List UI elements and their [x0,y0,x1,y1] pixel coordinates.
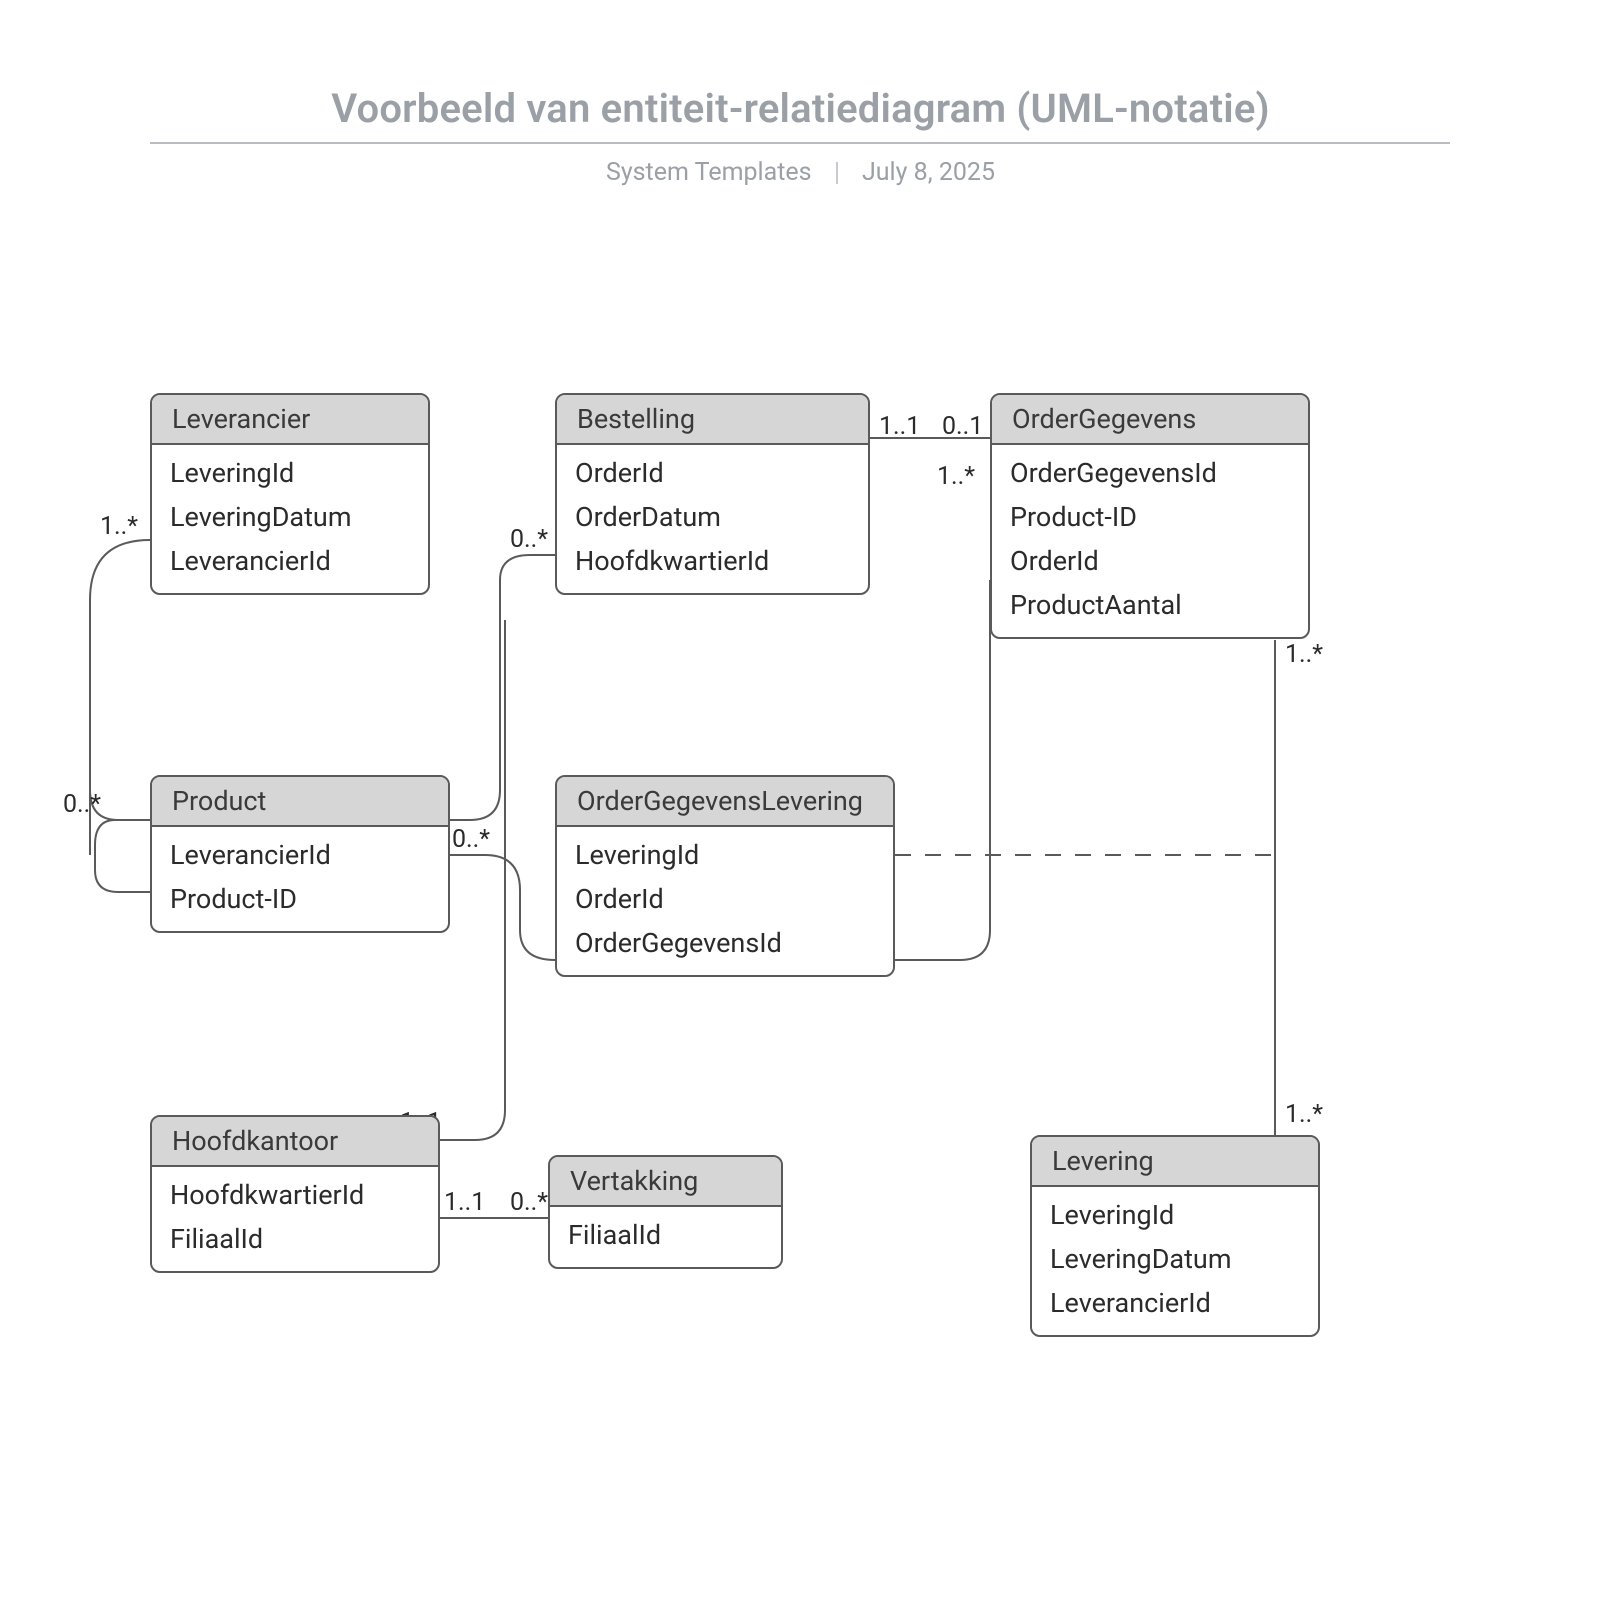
entity-vertakking: Vertakking FiliaalId [548,1155,783,1269]
entity-levering-name: Levering [1032,1137,1318,1187]
attr: OrderId [1010,539,1290,583]
mult-leverancier-product-bottom: 0..* [63,790,101,819]
entity-levering-attrs: LeveringId LeveringDatum LeverancierId [1032,1187,1318,1335]
page-meta: System Templates July 8, 2025 [0,158,1601,187]
attr: OrderGegevensId [575,921,875,965]
title-rule [150,142,1450,144]
mult-bestelling-ordergegevens-left: 1..1 [879,412,920,441]
entity-ordergegevens-name: OrderGegevens [992,395,1308,445]
entity-ordergegevenslevering-name: OrderGegevensLevering [557,777,893,827]
attr: HoofdkwartierId [575,539,850,583]
entity-ordergegevenslevering: OrderGegevensLevering LeveringId OrderId… [555,775,895,977]
entity-ordergegevens-attrs: OrderGegevensId Product-ID OrderId Produ… [992,445,1308,637]
entity-levering: Levering LeveringId LeveringDatum Levera… [1030,1135,1320,1337]
mult-leverancier-product-top: 1..* [100,512,138,541]
mult-product-ordergegevens-left: 0..* [452,825,490,854]
attr: FiliaalId [568,1213,763,1257]
entity-vertakking-name: Vertakking [550,1157,781,1207]
entity-product: Product LeverancierId Product-ID [150,775,450,933]
attr: FiliaalId [170,1217,420,1261]
attr: LeveringId [575,833,875,877]
page-title: Voorbeeld van entiteit-relatiediagram (U… [0,85,1601,132]
entity-bestelling: Bestelling OrderId OrderDatum Hoofdkwart… [555,393,870,595]
attr: LeverancierId [170,833,430,877]
attr: LeveringId [1050,1193,1300,1237]
entity-hoofdkantoor-name: Hoofdkantoor [152,1117,438,1167]
mult-ordergegevens-levering-top: 1..* [1285,640,1323,669]
meta-date: July 8, 2025 [862,158,995,187]
attr: LeverancierId [1050,1281,1300,1325]
attr: OrderId [575,877,875,921]
meta-author: System Templates [606,158,812,187]
entity-ordergegevenslevering-attrs: LeveringId OrderId OrderGegevensId [557,827,893,975]
mult-hoofdkantoor-vertakking-left: 1..1 [444,1188,485,1217]
entity-bestelling-attrs: OrderId OrderDatum HoofdkwartierId [557,445,868,593]
entity-leverancier-attrs: LeveringId LeveringDatum LeverancierId [152,445,428,593]
meta-separator [836,162,838,184]
mult-bestelling-ordergegevens-right: 0..1 [942,412,983,441]
attr: OrderGegevensId [1010,451,1290,495]
attr: HoofdkwartierId [170,1173,420,1217]
entity-vertakking-attrs: FiliaalId [550,1207,781,1267]
attr: OrderId [575,451,850,495]
entity-ordergegevens: OrderGegevens OrderGegevensId Product-ID… [990,393,1310,639]
attr: Product-ID [1010,495,1290,539]
mult-hoofdkantoor-vertakking-right: 0..* [510,1188,548,1217]
attr: OrderDatum [575,495,850,539]
attr: ProductAantal [1010,583,1290,627]
diagram-canvas: Voorbeeld van entiteit-relatiediagram (U… [0,0,1601,1601]
entity-hoofdkantoor-attrs: HoofdkwartierId FiliaalId [152,1167,438,1271]
entity-hoofdkantoor: Hoofdkantoor HoofdkwartierId FiliaalId [150,1115,440,1273]
attr: LeveringId [170,451,410,495]
mult-ordergegevens-levering-bottom: 1..* [1285,1100,1323,1129]
mult-product-bestelling: 0..* [510,525,548,554]
entity-bestelling-name: Bestelling [557,395,868,445]
attr: Product-ID [170,877,430,921]
entity-product-attrs: LeverancierId Product-ID [152,827,448,931]
attr: LeveringDatum [170,495,410,539]
entity-leverancier: Leverancier LeveringId LeveringDatum Lev… [150,393,430,595]
mult-product-ordergegevens-right: 1..* [937,462,975,491]
entity-product-name: Product [152,777,448,827]
entity-leverancier-name: Leverancier [152,395,428,445]
attr: LeverancierId [170,539,410,583]
attr: LeveringDatum [1050,1237,1300,1281]
